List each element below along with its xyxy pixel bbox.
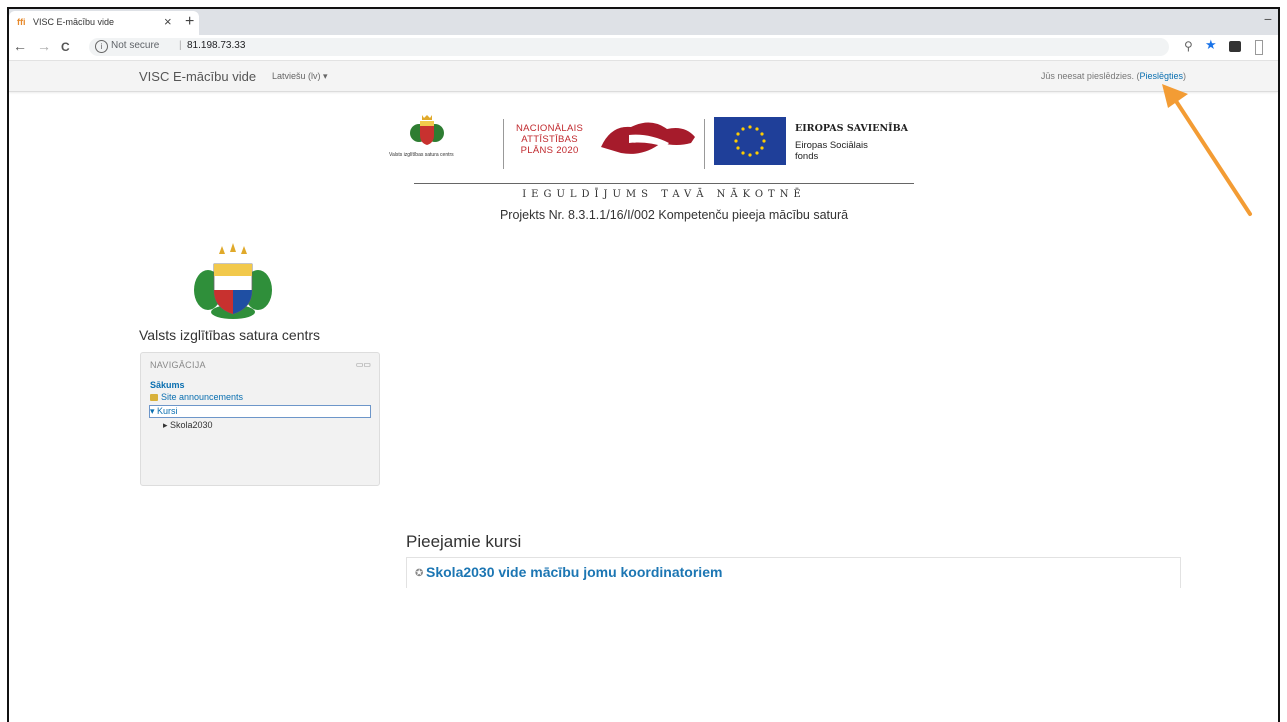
divider xyxy=(503,119,504,169)
eu-sub-line: fonds xyxy=(795,151,819,162)
course-item: ✪ Skola2030 vide mācību jomu koordinator… xyxy=(406,557,1181,588)
nav-block-title: NAVIGĀCIJA xyxy=(150,360,206,370)
language-menu[interactable]: Latviešu (lv) ▾ xyxy=(272,71,328,82)
tab-title: VISC E-mācību vide xyxy=(33,17,115,27)
available-courses-heading: Pieejamie kursi xyxy=(406,532,522,551)
announcements-label: Site announcements xyxy=(161,392,244,402)
site-brand-link[interactable]: VISC E-mācību vide xyxy=(139,69,256,84)
navigation-block: NAVIGĀCIJA ▭▭ Sākums Site announcements … xyxy=(140,352,380,486)
eu-title: EIROPAS SAVIENĪBA xyxy=(795,123,908,134)
browser-window: ffi VISC E-mācību vide × + − ← → C i Not… xyxy=(7,7,1280,722)
motto-text: IEGULDĪJUMS TAVĀ NĀKOTNĒ xyxy=(522,189,806,200)
nap-line: ATTĪSTĪBAS xyxy=(521,134,578,145)
back-icon[interactable]: ← xyxy=(13,38,27,54)
browser-toolbar: ← → C i Not secure | 81.198.73.33 ⚲ ★ xyxy=(9,35,1278,61)
tab-strip: ffi VISC E-mācību vide × + − xyxy=(9,9,1278,35)
banner-rule xyxy=(414,183,914,184)
nap-line: PLĀNS 2020 xyxy=(520,145,579,156)
divider xyxy=(704,119,705,169)
course-link[interactable]: Skola2030 vide mācību jomu koordinatorie… xyxy=(426,564,722,580)
tab-close-icon[interactable]: × xyxy=(164,14,172,29)
annotation-arrow-icon xyxy=(1162,84,1252,216)
nap-logo-text: NACIONĀLAIS ATTĪSTĪBAS PLĀNS 2020 xyxy=(516,123,583,156)
login-prefix: Jūs neesat pieslēdzies. ( xyxy=(1040,71,1140,81)
login-suffix: ) xyxy=(1183,71,1186,81)
eu-flag-icon xyxy=(714,117,786,165)
login-info: Jūs neesat pieslēdzies. (Pieslēgties) xyxy=(1041,71,1186,81)
project-banner: Valsts izglītības satura centrs NACIONĀL… xyxy=(389,109,909,189)
zoom-icon[interactable]: ⚲ xyxy=(1184,39,1193,53)
nav-home-link[interactable]: Sākums xyxy=(150,380,185,390)
minimize-icon[interactable]: − xyxy=(1264,11,1272,27)
nav-course-skola[interactable]: ▸ Skola2030 xyxy=(163,420,213,431)
not-secure-label: Not secure xyxy=(111,40,160,51)
moodle-favicon-icon: ffi xyxy=(17,17,26,27)
nap-line: NACIONĀLAIS xyxy=(516,123,584,134)
extension-icon[interactable] xyxy=(1255,40,1263,55)
info-icon[interactable]: i xyxy=(95,40,108,53)
eu-subtitle: Eiropas Sociālais fonds xyxy=(795,140,868,162)
site-navbar: VISC E-mācību vide Latviešu (lv) ▾ Jūs n… xyxy=(9,61,1278,92)
eu-sub-line: Eiropas Sociālais xyxy=(795,140,868,151)
nav-courses-item[interactable]: ▾ Kursi xyxy=(149,405,371,418)
coat-of-arms-icon xyxy=(194,243,272,319)
project-text: Projekts Nr. 8.3.1.1/16/I/002 Kompetenču… xyxy=(499,208,849,222)
reload-icon[interactable]: C xyxy=(61,40,70,54)
bookmark-star-icon[interactable]: ★ xyxy=(1205,37,1217,53)
nav-announcements-link[interactable]: Site announcements xyxy=(150,392,243,402)
address-bar[interactable]: i Not secure | 81.198.73.33 xyxy=(89,38,1169,56)
login-link[interactable]: Pieslēgties xyxy=(1139,71,1183,81)
browser-tab[interactable]: ffi VISC E-mācību vide × + xyxy=(9,11,199,35)
forum-icon xyxy=(150,394,158,401)
block-controls-icon[interactable]: ▭▭ xyxy=(356,360,371,369)
url-separator: | xyxy=(179,40,182,51)
org-name: Valsts izglītības satura centrs xyxy=(139,327,321,343)
course-icon: ✪ xyxy=(415,568,424,579)
extension-icon[interactable] xyxy=(1229,41,1241,52)
forward-icon[interactable]: → xyxy=(37,38,51,54)
org-small-label: Valsts izglītības satura centrs xyxy=(389,152,454,158)
new-tab-button[interactable]: + xyxy=(185,13,194,31)
coat-of-arms-icon xyxy=(410,115,444,145)
url-text[interactable]: 81.198.73.33 xyxy=(187,40,245,51)
latvia-map-logo xyxy=(601,122,695,154)
